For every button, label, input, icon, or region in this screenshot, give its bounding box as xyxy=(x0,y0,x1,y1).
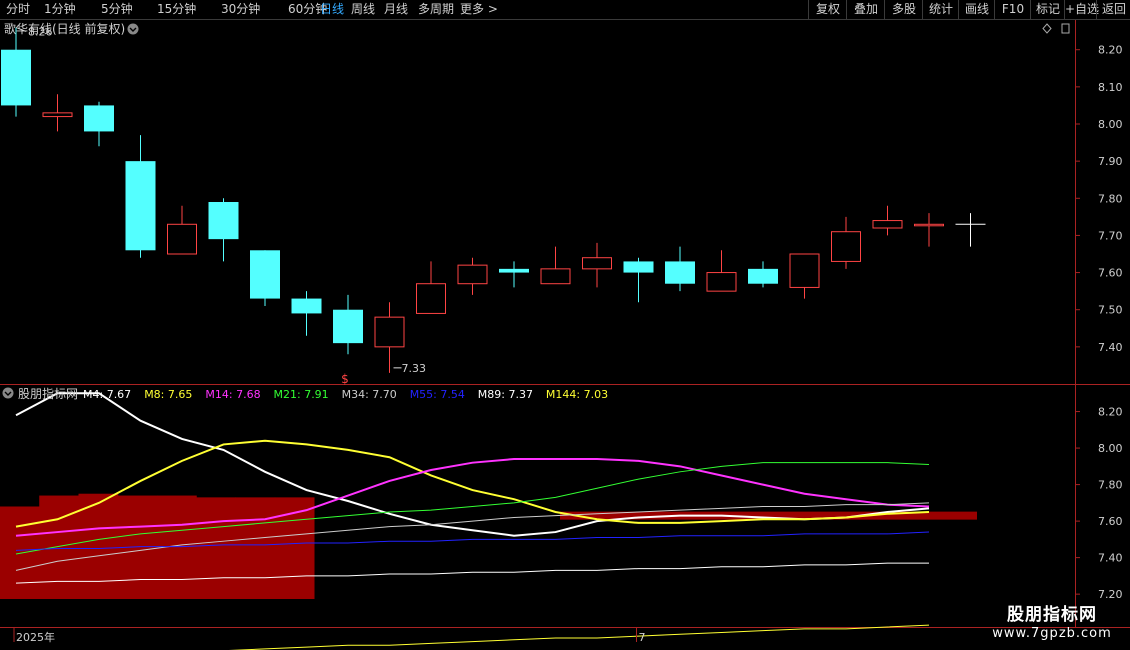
indicator-tick-label-0: 8.20 xyxy=(1098,406,1123,419)
candle-body-13 xyxy=(540,268,571,285)
candle-body-8 xyxy=(333,309,363,344)
price-tick-label-0: 8.20 xyxy=(1098,44,1123,57)
price-tick-label-1: 8.10 xyxy=(1098,81,1123,94)
indicator-tick-label-3: 7.60 xyxy=(1098,515,1123,528)
price-tick-label-7: 7.50 xyxy=(1098,304,1123,317)
band-block-6 xyxy=(235,497,276,599)
candle-body-6 xyxy=(250,250,280,299)
indicator-panel-title: 股朋指标网 xyxy=(18,386,78,401)
candle-body-2 xyxy=(84,105,114,132)
candle-body-16 xyxy=(665,261,695,284)
candle-body-14 xyxy=(582,257,612,270)
indicator-tick-label-2: 7.80 xyxy=(1098,479,1123,492)
legend-M4: M4: 7.67 xyxy=(83,388,131,401)
candle-body-5 xyxy=(208,202,239,240)
price-tick-label-8: 7.40 xyxy=(1098,341,1123,354)
candle-body-3 xyxy=(125,161,156,251)
low-marker-label: 7.33 xyxy=(402,362,427,375)
indicator-tick-label-1: 8.00 xyxy=(1098,442,1123,455)
band-block-1 xyxy=(39,495,79,599)
legend-M8: M8: 7.65 xyxy=(144,388,192,401)
candle-body-18 xyxy=(748,268,778,284)
series-line-M144 xyxy=(228,624,930,650)
candle-body-11 xyxy=(457,264,488,285)
candle-body-17 xyxy=(706,272,737,292)
candle-body-7 xyxy=(291,298,322,314)
watermark: 股朋指标网 www.7gpzb.com xyxy=(982,604,1122,642)
panel-toggle-icon xyxy=(1061,23,1070,34)
candle-body-15 xyxy=(623,261,654,273)
price-panel-title: 歌华有线(日线 前复权) xyxy=(4,21,125,36)
high-marker-label: 8.26 xyxy=(28,25,53,38)
candle-body-19 xyxy=(789,253,820,288)
date-label-0: 2025年 xyxy=(16,630,55,644)
kline-chart: 8.20 8.10 8.00 7.90 7.80 7.70 7.60 7.50 7.40 歌华有线… xyxy=(0,20,1130,650)
candle-body-22 xyxy=(914,223,944,227)
candle-body-0 xyxy=(1,49,31,106)
legend-M14: M14: 7.68 xyxy=(205,388,260,401)
candle-body-10 xyxy=(416,283,446,314)
indicator-tick-label-4: 7.40 xyxy=(1098,552,1123,565)
date-label-1: 7 xyxy=(639,631,646,644)
signal-glyph: $ xyxy=(341,372,349,386)
legend-M34: M34: 7.70 xyxy=(342,388,397,401)
legend-M21: M21: 7.91 xyxy=(274,388,329,401)
price-tick-label-4: 7.80 xyxy=(1098,192,1123,205)
indicator-dropdown-icon xyxy=(2,387,14,399)
price-tick-label-5: 7.70 xyxy=(1098,229,1123,242)
price-tick-label-2: 8.00 xyxy=(1098,118,1123,131)
candle-body-12 xyxy=(499,268,529,273)
legend-M55: M55: 7.54 xyxy=(410,388,465,401)
price-tick-label-6: 7.60 xyxy=(1098,267,1123,280)
candle-body-9 xyxy=(374,316,405,348)
candle-body-1 xyxy=(42,112,73,118)
legend-M144: M144: 7.03 xyxy=(546,388,608,401)
diamond-icon xyxy=(1042,23,1052,34)
title-dropdown-icon xyxy=(127,23,139,35)
band-block-0 xyxy=(0,506,40,599)
candle-body-21 xyxy=(872,220,903,229)
watermark-title: 股朋指标网 xyxy=(1007,605,1097,625)
candle-body-20 xyxy=(831,231,861,262)
indicator-tick-label-5: 7.20 xyxy=(1098,588,1123,601)
watermark-url: www.7gpzb.com xyxy=(992,626,1112,641)
candle-body-4 xyxy=(167,223,197,255)
price-tick-label-3: 7.90 xyxy=(1098,155,1123,168)
band-block-5 xyxy=(196,497,236,599)
legend-M89: M89: 7.37 xyxy=(478,388,533,401)
